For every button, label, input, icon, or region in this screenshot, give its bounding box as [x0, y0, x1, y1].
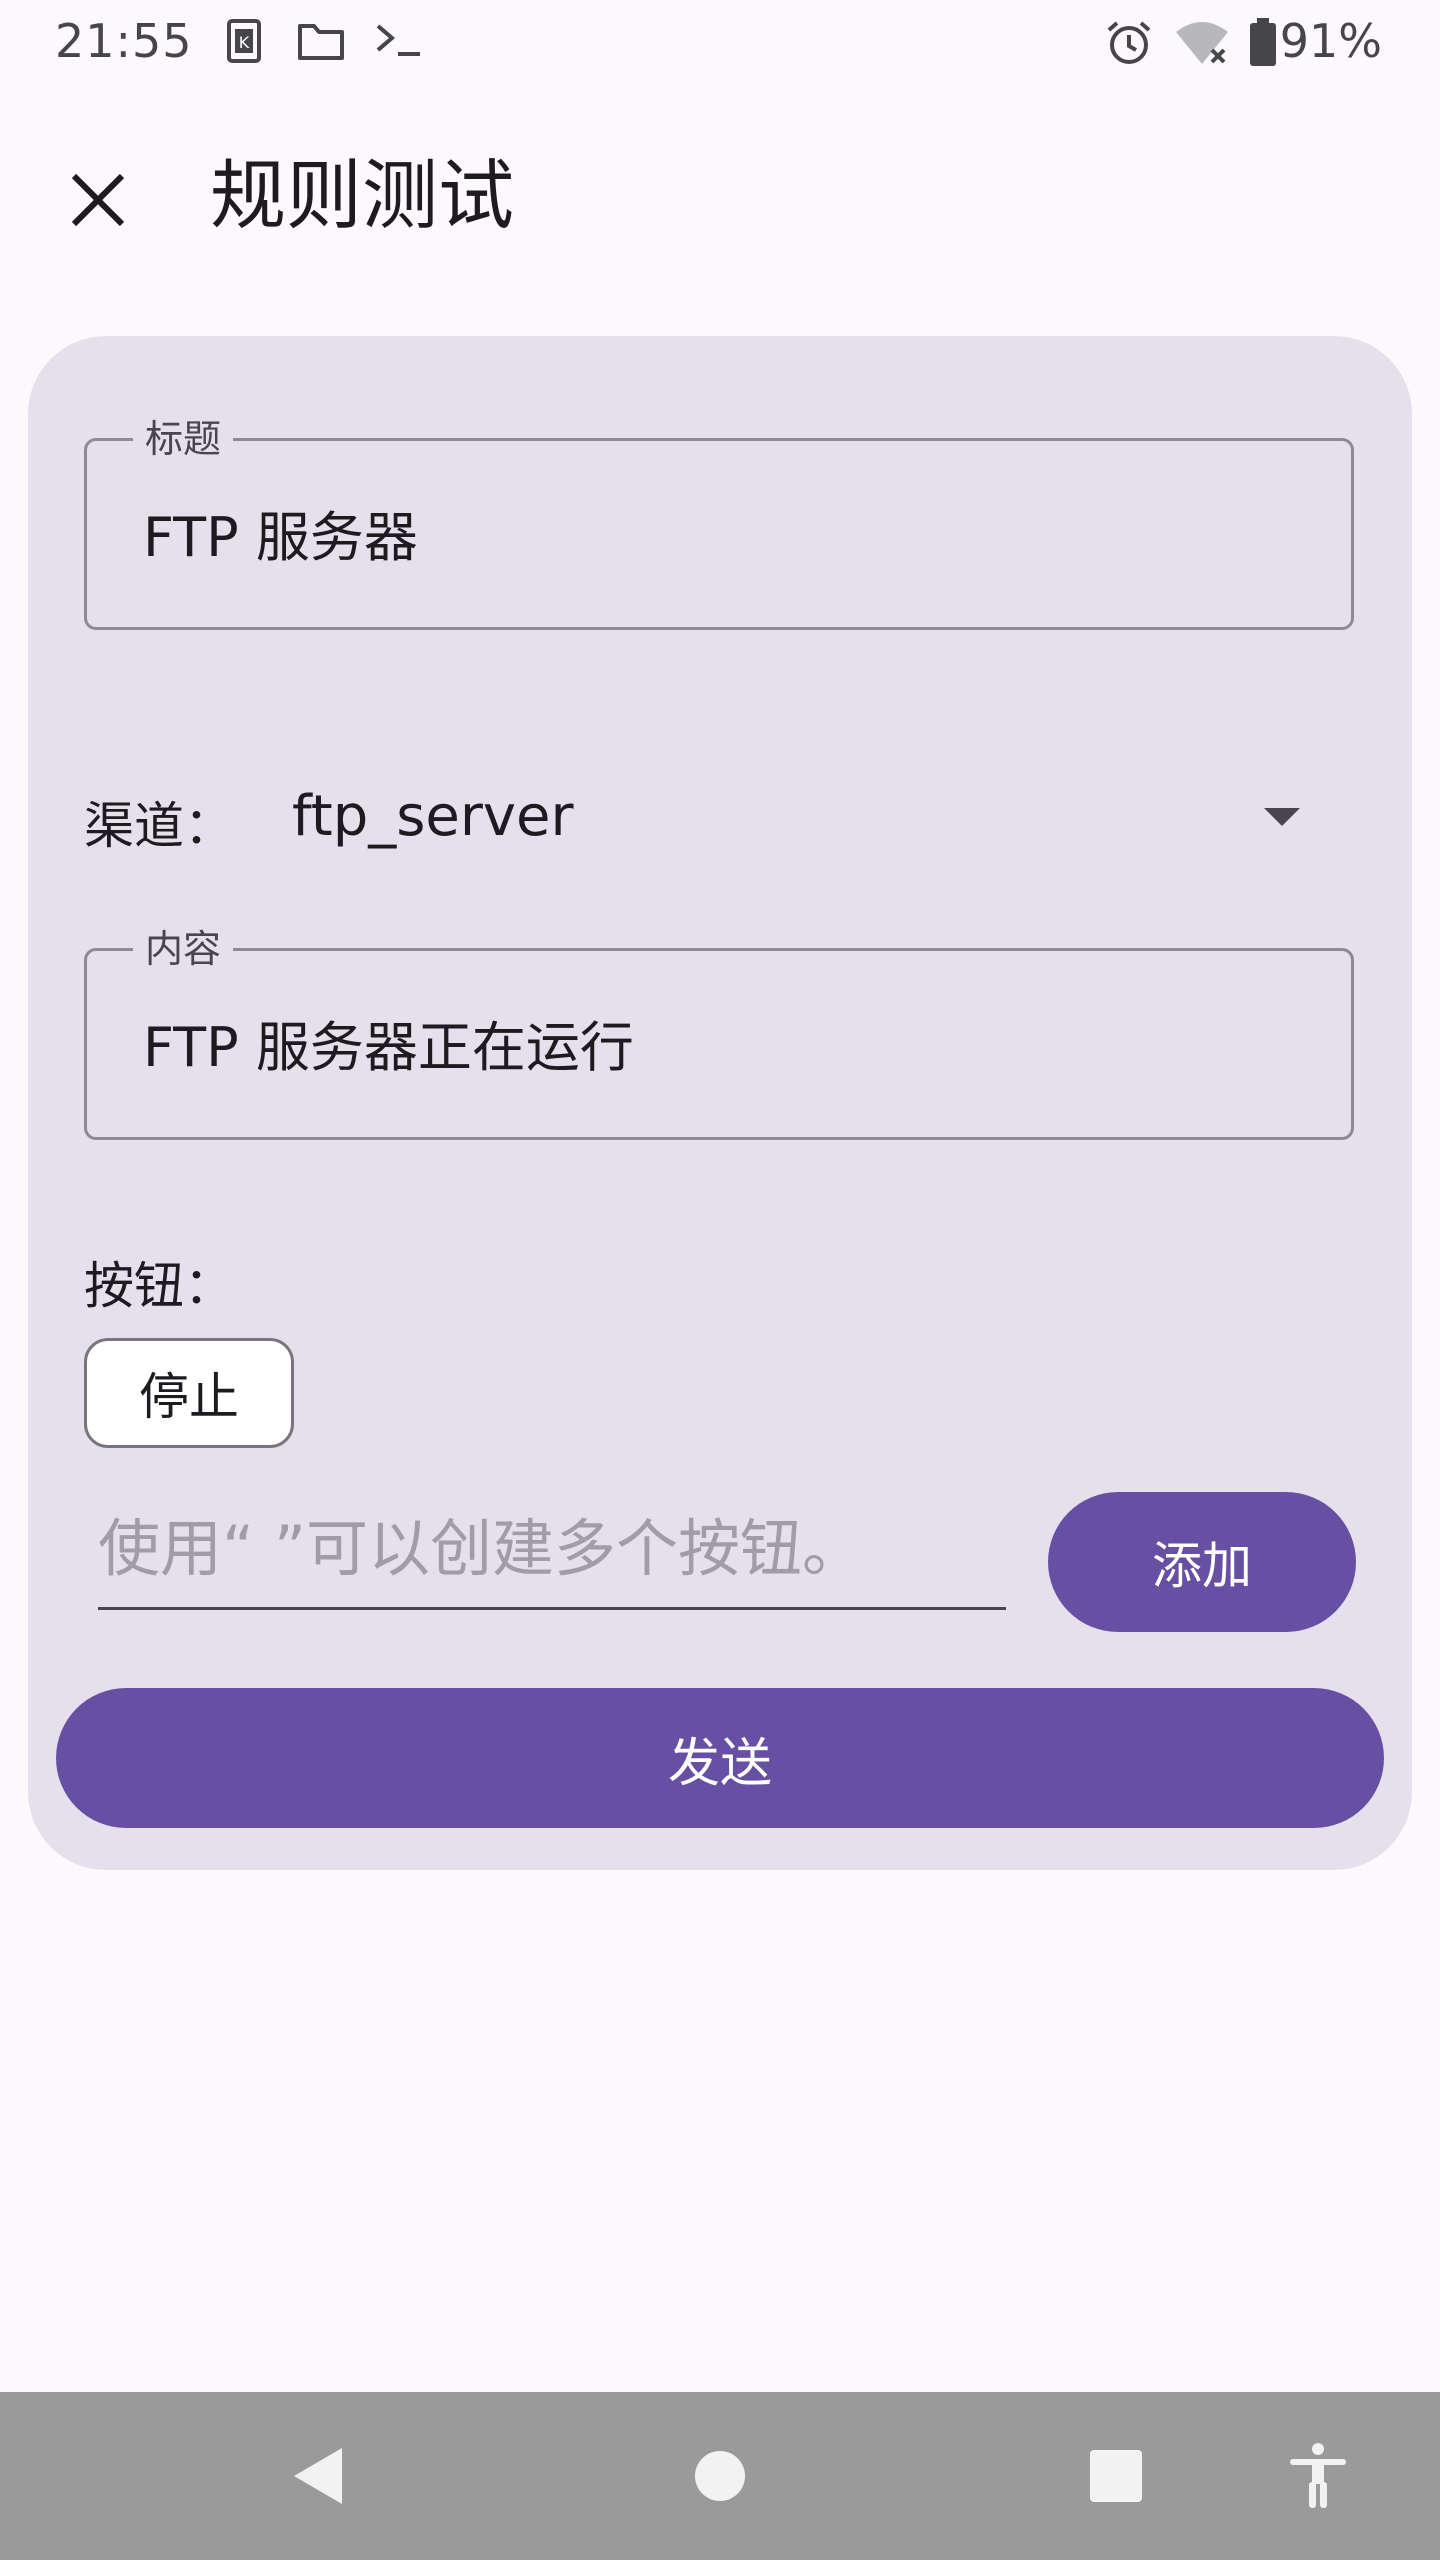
back-button[interactable] [268, 2426, 368, 2526]
home-button[interactable] [670, 2426, 770, 2526]
status-time: 21:55 [55, 14, 193, 68]
close-icon [71, 173, 125, 227]
back-icon [294, 2448, 342, 2504]
channel-value: ftp_server [292, 784, 574, 849]
channel-label: 渠道： [84, 797, 234, 855]
stop-button-chip[interactable]: 停止 [84, 1338, 294, 1448]
folder-icon [296, 18, 346, 66]
button-name-input[interactable] [98, 1490, 1006, 1610]
recents-button[interactable] [1066, 2426, 1166, 2526]
dropdown-arrow-icon [1264, 808, 1300, 832]
status-bar: 21:55 K 91% [0, 0, 1440, 86]
content-field[interactable]: 内容 FTP 服务器正在运行 [84, 925, 1354, 1140]
channel-dropdown[interactable]: ftp_server [270, 760, 1320, 880]
buttons-label: 按钮： [84, 1257, 234, 1315]
accessibility-icon [1290, 2443, 1346, 2508]
content-field-value: FTP 服务器正在运行 [143, 1016, 634, 1079]
add-button[interactable]: 添加 [1048, 1492, 1356, 1632]
battery-percent: 91% [1279, 14, 1382, 68]
accessibility-button[interactable] [1268, 2426, 1368, 2526]
page-title: 规则测试 [210, 151, 514, 240]
alarm-icon [1104, 18, 1154, 66]
navigation-bar [0, 2392, 1440, 2560]
title-field[interactable]: 标题 FTP 服务器 [84, 415, 1354, 630]
close-button[interactable] [48, 150, 148, 250]
content-field-label: 内容 [133, 925, 234, 973]
keyboard-k-icon: K [226, 18, 262, 66]
wifi-off-icon [1174, 18, 1230, 66]
recents-icon [1090, 2450, 1142, 2502]
title-field-label: 标题 [133, 415, 234, 463]
home-icon [695, 2451, 745, 2501]
battery-icon [1248, 18, 1278, 66]
svg-text:K: K [239, 33, 250, 52]
title-field-value: FTP 服务器 [143, 506, 418, 569]
send-button[interactable]: 发送 [56, 1688, 1384, 1828]
terminal-icon [374, 18, 424, 66]
app-bar: 规则测试 [0, 86, 1440, 310]
